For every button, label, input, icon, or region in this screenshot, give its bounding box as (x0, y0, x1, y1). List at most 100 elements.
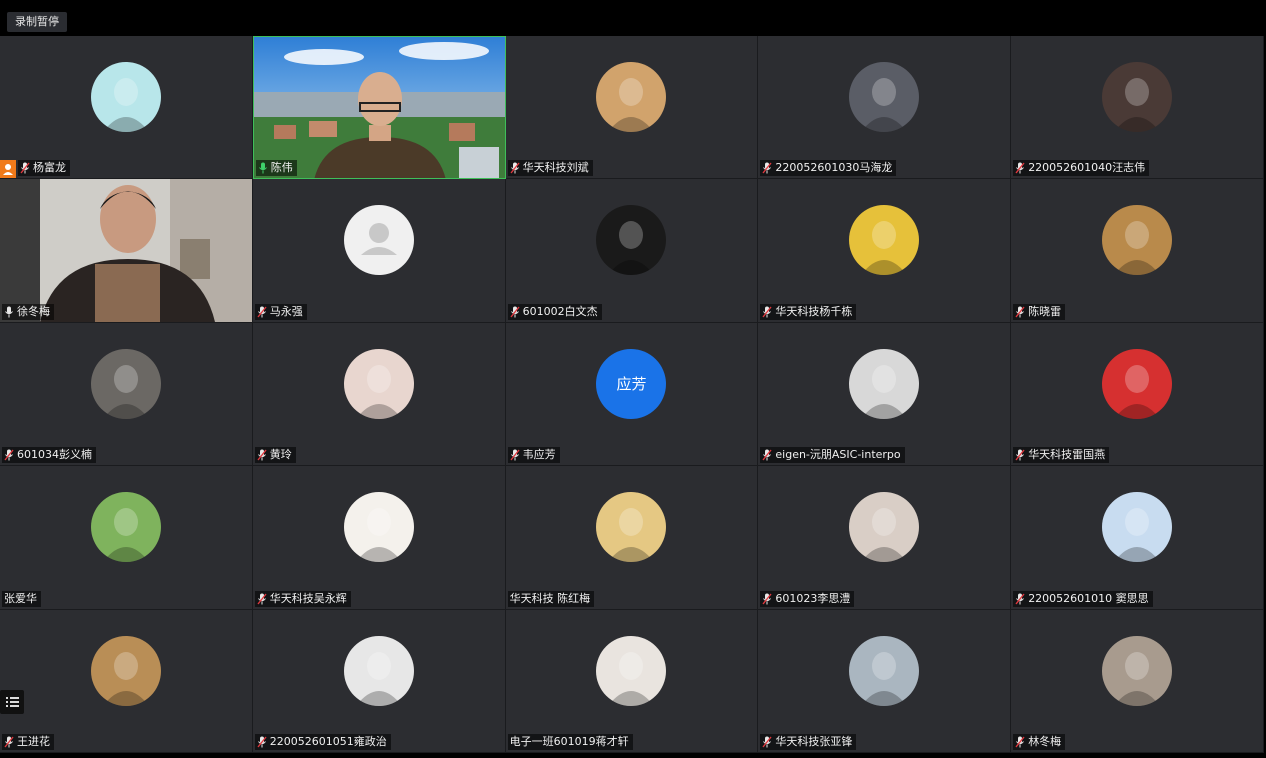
participant-name-tag: 徐冬梅 (2, 303, 54, 320)
profile-photo-icon (861, 364, 908, 419)
participant-avatar (90, 492, 161, 563)
participant-avatar (1102, 62, 1173, 132)
default-user-icon (360, 223, 397, 256)
participant-name: 陈伟 (270, 161, 293, 175)
profile-photo-icon (355, 651, 402, 706)
mic-muted-icon (762, 306, 772, 318)
profile-photo-icon (102, 508, 149, 563)
participant-name: 601034彭义楠 (17, 448, 92, 462)
participant-name-tag: 华天科技张亚锋 (760, 733, 857, 750)
profile-photo-icon (1114, 508, 1161, 563)
participant-name: 220052601051雍政治 (269, 734, 387, 748)
mic-muted-icon (1015, 306, 1025, 318)
participant-avatar (849, 492, 920, 563)
mic-muted-icon (20, 162, 30, 174)
participant-tile[interactable]: eigen-沅朋ASIC-interpo (758, 322, 1012, 467)
participant-name: 华天科技雷国燕 (1028, 448, 1106, 462)
participant-avatar (849, 205, 920, 276)
profile-photo-icon (608, 651, 655, 706)
participant-tile[interactable]: 华天科技杨千栋 (758, 179, 1012, 323)
participant-name-tag: 张爱华 (2, 590, 41, 607)
participant-name-tag: 林冬梅 (1013, 733, 1066, 750)
participant-tile[interactable]: 马永强 (252, 179, 506, 323)
recording-status-badge[interactable]: 录制暂停 (7, 12, 67, 32)
participant-tile[interactable]: 华天科技雷国燕 (1011, 322, 1264, 467)
participant-tile[interactable]: 杨富龙 (0, 36, 253, 180)
mic-muted-icon (762, 736, 772, 748)
participant-tile[interactable]: 电子一班601019蒋才轩 (505, 609, 759, 753)
participant-name: 杨富龙 (33, 161, 66, 175)
participant-avatar (90, 348, 161, 419)
participant-tile[interactable]: 华天科技吴永辉 (252, 466, 506, 610)
participant-tile[interactable]: 220052601040汪志伟 (1011, 36, 1264, 180)
profile-photo-icon (1114, 364, 1161, 419)
participant-name-tag: 220052601030马海龙 (760, 160, 897, 177)
mic-muted-icon (257, 593, 267, 605)
participant-name-tag: 220052601010 窦思思 (1013, 590, 1153, 607)
participant-tile[interactable]: 601023李思澧 (758, 466, 1012, 610)
avatar-initials: 应芳 (616, 375, 647, 394)
participant-tile[interactable]: 华天科技 陈红梅 (505, 466, 759, 610)
participant-name-tag: 华天科技刘斌 (507, 160, 593, 177)
profile-photo-icon (861, 508, 908, 563)
participant-tile[interactable]: 华天科技刘斌 (505, 36, 759, 180)
participant-avatar (90, 635, 161, 706)
participant-name-tag: 220052601040汪志伟 (1013, 160, 1150, 177)
mic-muted-icon (762, 449, 772, 461)
participant-tile[interactable]: 220052601010 窦思思 (1011, 466, 1264, 610)
participant-avatar (596, 62, 667, 132)
participant-avatar (596, 492, 667, 563)
participant-tile[interactable]: 张爱华 (0, 466, 253, 610)
participant-name-tag: 华天科技杨千栋 (760, 303, 857, 320)
profile-photo-icon (1114, 78, 1161, 132)
participant-name: 张爱华 (4, 591, 37, 605)
participant-avatar (849, 348, 920, 419)
participant-name: 华天科技杨千栋 (775, 304, 853, 318)
participant-avatar (596, 635, 667, 706)
participant-video (0, 179, 252, 322)
mic-muted-icon (4, 449, 14, 461)
participant-tile[interactable]: 林冬梅 (1011, 609, 1264, 753)
participant-tile[interactable]: 华天科技张亚锋 (758, 609, 1012, 753)
mic-muted-icon (762, 162, 772, 174)
participant-tile[interactable]: 陈伟 (252, 36, 506, 180)
mic-muted-icon (257, 736, 267, 748)
participant-list-button[interactable] (0, 690, 24, 714)
mic-muted-icon (510, 306, 520, 318)
participant-tile[interactable]: 徐冬梅 (0, 179, 253, 323)
participant-name-tag: 王进花 (2, 733, 54, 750)
participant-name-tag: 220052601051雍政治 (254, 733, 391, 750)
profile-photo-icon (608, 221, 655, 276)
participant-tile[interactable]: 陈晓雷 (1011, 179, 1264, 323)
participant-name-tag: 601034彭义楠 (2, 447, 96, 464)
participant-tile[interactable]: 应芳 韦应芳 (505, 322, 759, 467)
participant-name: 林冬梅 (1028, 734, 1062, 748)
participant-tile[interactable]: 王进花 (0, 609, 253, 753)
mic-muted-icon (1015, 449, 1025, 461)
mic-muted-icon (1015, 593, 1025, 605)
participant-tile[interactable]: 220052601030马海龙 (758, 36, 1012, 180)
participant-tile[interactable]: 601002白文杰 (505, 179, 759, 323)
participant-name: 220052601030马海龙 (775, 161, 893, 175)
participant-tile[interactable]: 601034彭义楠 (0, 322, 253, 467)
mic-muted-icon (257, 306, 267, 318)
mic-muted-icon (1015, 162, 1025, 174)
participant-name-tag: 华天科技雷国燕 (1013, 447, 1110, 464)
participant-name: 陈晓雷 (1028, 304, 1062, 318)
participant-tile[interactable]: 黄玲 (252, 322, 506, 467)
profile-photo-icon (608, 78, 655, 132)
participant-avatar (343, 205, 414, 276)
host-icon (0, 160, 16, 179)
participant-name-tag: 华天科技 陈红梅 (507, 590, 595, 607)
participant-name: 华天科技张亚锋 (775, 734, 853, 748)
profile-photo-icon (861, 221, 908, 276)
participant-avatar (1102, 348, 1173, 419)
top-bar: 录制暂停 (0, 0, 1266, 36)
participant-tile[interactable]: 220052601051雍政治 (252, 609, 506, 753)
participant-avatar (343, 635, 414, 706)
participant-avatar (1102, 205, 1173, 276)
profile-photo-icon (608, 508, 655, 563)
participant-avatar (1102, 635, 1173, 706)
mic-muted-icon (762, 593, 772, 605)
participant-name: 华天科技吴永辉 (269, 591, 347, 605)
